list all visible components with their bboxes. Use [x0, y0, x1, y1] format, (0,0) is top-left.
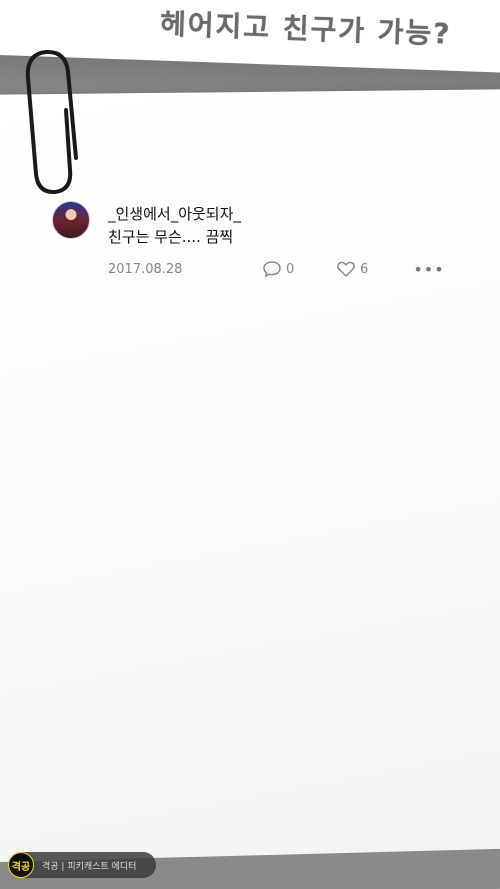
- post-username[interactable]: _인생에서_아웃되자_: [108, 203, 241, 224]
- avatar[interactable]: [52, 201, 90, 239]
- editor-logo: 격공: [8, 852, 34, 878]
- headline-title: 헤어지고 친구가 가능?: [159, 7, 453, 51]
- comment-count: 0: [286, 261, 295, 277]
- editor-badge[interactable]: 격공 격공 | 피키캐스트 에디터: [8, 852, 156, 878]
- like-count: 6: [360, 261, 369, 277]
- post-content: 친구는 무슨.... 끔찍: [108, 228, 234, 246]
- comment-button[interactable]: 0: [262, 259, 294, 279]
- more-options-button[interactable]: •••: [413, 259, 443, 279]
- like-button[interactable]: 6: [336, 259, 368, 279]
- more-dots-icon: •••: [413, 259, 445, 279]
- comment-bubble-icon: [263, 261, 281, 278]
- editor-caption: 격공 | 피키캐스트 에디터: [42, 861, 137, 872]
- heart-icon: [337, 261, 355, 277]
- post-date: 2017.08.28: [108, 262, 183, 277]
- paperclip-icon: [25, 49, 78, 195]
